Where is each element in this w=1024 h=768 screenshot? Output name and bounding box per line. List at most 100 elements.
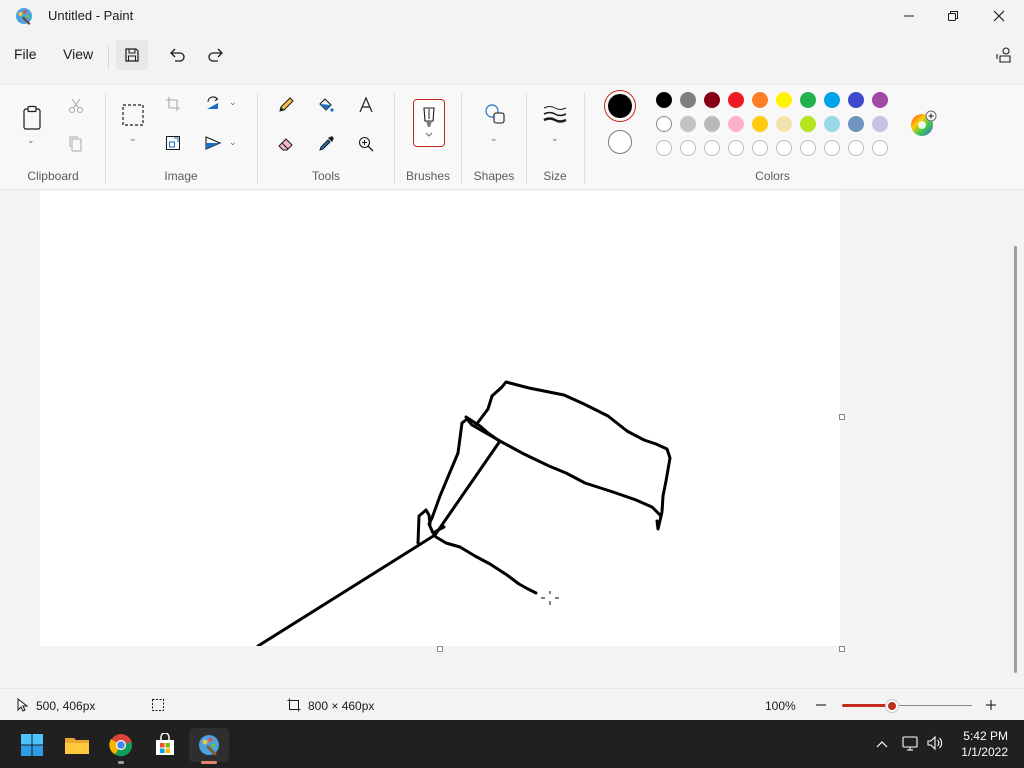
rotate-button[interactable]	[201, 93, 225, 115]
palette-color-swatch[interactable]	[728, 92, 744, 108]
cut-button[interactable]	[64, 95, 88, 117]
palette-color-swatch[interactable]	[752, 92, 768, 108]
taskbar-microsoft-store[interactable]	[145, 728, 185, 762]
palette-color-swatch[interactable]	[656, 92, 672, 108]
flip-dropdown-chevron-icon[interactable]: ⌄	[229, 137, 237, 148]
taskbar-chrome[interactable]	[101, 728, 141, 762]
palette-color-swatch[interactable]	[656, 116, 672, 132]
palette-color-swatch[interactable]	[800, 116, 816, 132]
crop-button[interactable]	[162, 93, 184, 115]
taskbar-file-explorer[interactable]	[57, 728, 97, 762]
palette-color-swatch[interactable]	[680, 116, 696, 132]
copy-button[interactable]	[64, 133, 88, 155]
resize-handle-corner[interactable]	[839, 646, 845, 652]
show-hidden-icons-button[interactable]	[875, 737, 889, 752]
undo-button[interactable]	[161, 40, 193, 70]
group-label-brushes: Brushes	[405, 169, 451, 183]
palette-color-swatch[interactable]	[800, 92, 816, 108]
menu-view[interactable]: View	[63, 46, 93, 62]
edit-colors-button[interactable]	[908, 109, 938, 139]
minus-icon	[816, 704, 826, 706]
custom-color-slot[interactable]	[800, 140, 816, 156]
custom-color-slot[interactable]	[872, 140, 888, 156]
system-clock[interactable]: 5:42 PM 1/1/2022	[961, 728, 1008, 760]
zoom-slider-thumb[interactable]	[886, 700, 898, 712]
palette-color-swatch[interactable]	[752, 116, 768, 132]
resize-button[interactable]	[162, 132, 184, 154]
eraser-tool-button[interactable]	[274, 132, 298, 156]
rectangle-select-icon	[122, 104, 144, 126]
save-button[interactable]	[116, 40, 148, 70]
palette-color-swatch[interactable]	[776, 116, 792, 132]
close-button[interactable]	[976, 0, 1022, 32]
resize-handle-right[interactable]	[839, 414, 845, 420]
palette-color-swatch[interactable]	[872, 116, 888, 132]
palette-color-swatch[interactable]	[872, 92, 888, 108]
select-dropdown-chevron-icon[interactable]: ⌄	[129, 133, 137, 144]
palette-color-swatch[interactable]	[680, 92, 696, 108]
vertical-scrollbar[interactable]	[1014, 246, 1017, 673]
magnifier-tool-button[interactable]	[354, 132, 378, 156]
close-icon	[993, 10, 1005, 22]
custom-color-slot[interactable]	[728, 140, 744, 156]
paste-dropdown-chevron-icon[interactable]: ⌄	[27, 135, 35, 146]
volume-button[interactable]	[926, 735, 944, 754]
custom-color-slot[interactable]	[704, 140, 720, 156]
zoom-in-icon	[358, 136, 374, 152]
drawing-canvas[interactable]	[40, 191, 840, 648]
select-button[interactable]	[119, 101, 147, 129]
palette-color-swatch[interactable]	[704, 92, 720, 108]
palette-color-swatch[interactable]	[824, 92, 840, 108]
menu-file[interactable]: File	[14, 46, 37, 62]
custom-color-slot[interactable]	[824, 140, 840, 156]
shapes-button[interactable]	[482, 101, 508, 127]
share-button[interactable]	[988, 40, 1020, 70]
palette-color-swatch[interactable]	[728, 116, 744, 132]
zoom-slider-track[interactable]	[892, 705, 972, 706]
redo-button[interactable]	[200, 40, 232, 70]
primary-color-button[interactable]	[604, 90, 636, 122]
custom-color-slot[interactable]	[776, 140, 792, 156]
secondary-color-button[interactable]	[606, 128, 634, 156]
paste-button[interactable]	[18, 103, 46, 133]
fill-tool-button[interactable]	[314, 93, 338, 117]
brushes-button[interactable]	[413, 99, 445, 147]
rotate-dropdown-chevron-icon[interactable]: ⌄	[229, 97, 237, 108]
restore-button[interactable]	[930, 0, 976, 32]
drawn-stroke	[496, 438, 663, 518]
shapes-icon	[485, 104, 505, 124]
palette-color-swatch[interactable]	[776, 92, 792, 108]
custom-color-slot[interactable]	[680, 140, 696, 156]
zoom-out-button[interactable]	[814, 698, 828, 715]
palette-color-swatch[interactable]	[848, 92, 864, 108]
taskbar-paint[interactable]	[189, 728, 229, 762]
pencil-tool-button[interactable]	[274, 93, 298, 117]
size-button[interactable]	[541, 101, 569, 127]
custom-color-slot[interactable]	[656, 140, 672, 156]
flip-button[interactable]	[201, 132, 225, 154]
custom-color-slot[interactable]	[848, 140, 864, 156]
shapes-dropdown-chevron-icon[interactable]: ⌄	[490, 133, 498, 144]
pencil-icon	[279, 97, 294, 112]
palette-color-swatch[interactable]	[704, 116, 720, 132]
palette-color-swatch[interactable]	[848, 116, 864, 132]
chrome-icon	[109, 734, 133, 757]
zoom-in-button[interactable]	[984, 698, 998, 715]
text-tool-button[interactable]	[354, 93, 378, 117]
palette-color-swatch[interactable]	[824, 116, 840, 132]
custom-color-slot[interactable]	[752, 140, 768, 156]
paint-icon	[199, 735, 219, 756]
menu-bar: File View	[0, 36, 1024, 76]
store-icon	[156, 733, 174, 755]
start-button[interactable]	[12, 728, 52, 762]
zoom-level[interactable]: 100%	[765, 699, 796, 713]
color-picker-tool-button[interactable]	[314, 132, 338, 156]
size-dropdown-chevron-icon[interactable]: ⌄	[551, 133, 559, 144]
minimize-button[interactable]	[886, 0, 932, 32]
resize-handle-bottom[interactable]	[437, 646, 443, 652]
drawn-stroke	[427, 417, 502, 537]
group-label-image: Image	[164, 169, 198, 183]
cut-icon	[69, 98, 83, 113]
network-button[interactable]	[902, 735, 920, 754]
redo-icon	[208, 48, 223, 62]
